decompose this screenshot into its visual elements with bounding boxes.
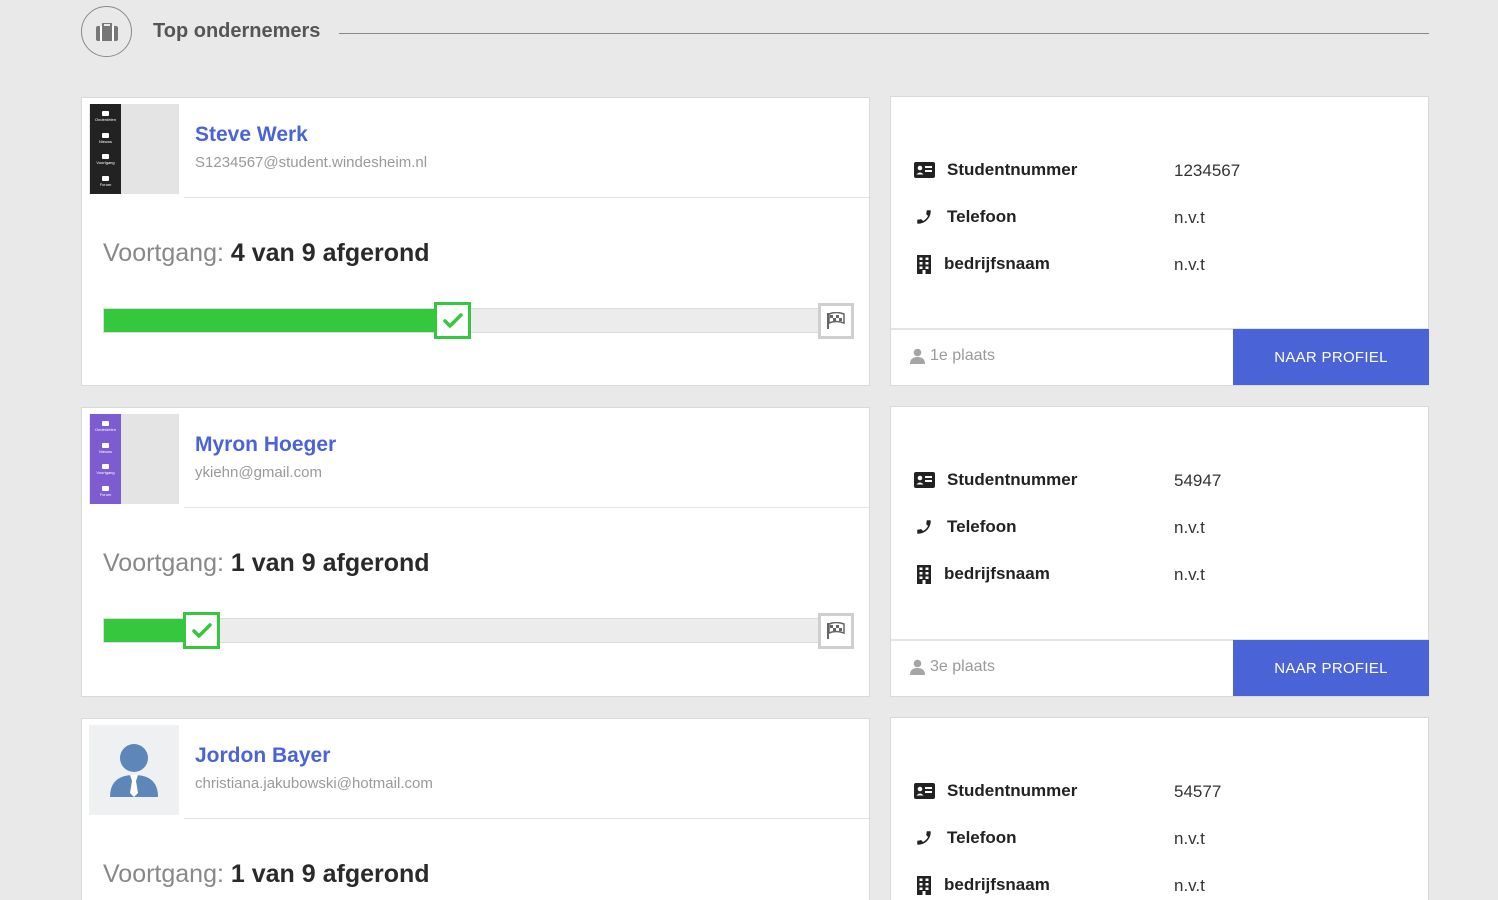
phone-icon <box>912 515 936 539</box>
progress-value: 1 van 9 afgerond <box>230 549 430 577</box>
info-value-telefoon: n.v.t <box>1174 208 1205 227</box>
building-icon <box>912 873 936 897</box>
info-row-telefoon: Telefoon <box>912 205 1017 229</box>
progress-check-marker <box>434 302 471 339</box>
student-email: christiana.jakubowski@hotmail.com <box>195 775 433 792</box>
progress-fill <box>104 309 438 332</box>
info-value-bedrijfsnaam: n.v.t <box>1174 255 1205 274</box>
section-icon-circle <box>81 6 132 57</box>
info-row-bedrijfsnaam: bedrijfsnaam <box>912 252 1050 276</box>
info-label: bedrijfsnaam <box>944 875 1050 894</box>
card-divider <box>184 507 869 508</box>
student-info-card: Studentnummer 54577 Telefoon n.v.t bedri… <box>890 717 1429 900</box>
person-avatar-icon <box>110 744 158 797</box>
info-value-telefoon: n.v.t <box>1174 518 1205 537</box>
finish-flag-marker <box>818 303 854 339</box>
avatar[interactable] <box>89 725 179 815</box>
info-label: Studentnummer <box>947 781 1078 800</box>
progress-text: Voortgang: 4 van 9 afgerond <box>103 239 430 268</box>
info-value-bedrijfsnaam: n.v.t <box>1174 876 1205 895</box>
building-icon <box>912 562 936 586</box>
info-row-bedrijfsnaam: bedrijfsnaam <box>912 562 1050 586</box>
user-icon <box>910 348 925 364</box>
info-label: Telefoon <box>947 828 1017 847</box>
ranking-text: 3e plaats <box>930 658 995 675</box>
student-info-card: Studentnummer 54947 Telefoon n.v.t bedri… <box>890 406 1429 697</box>
progress-text: Voortgang: 1 van 9 afgerond <box>103 549 430 578</box>
check-icon <box>442 312 463 328</box>
progress-prefix: Voortgang: <box>103 860 224 888</box>
info-value-telefoon: n.v.t <box>1174 829 1205 848</box>
menu-thumbnail: Onderdelen Nieuws Voortgang Forum <box>90 104 121 194</box>
student-name[interactable]: Jordon Bayer <box>195 744 330 768</box>
card-footer: 3e plaats NAAR PROFIEL <box>891 639 1429 696</box>
avatar[interactable]: Onderdelen Nieuws Voortgang Forum <box>89 414 179 504</box>
briefcase-icon <box>95 22 118 41</box>
student-name[interactable]: Steve Werk <box>195 123 308 147</box>
check-icon <box>191 622 212 638</box>
student-email: ykiehn@gmail.com <box>195 464 322 481</box>
section-title: Top ondernemers <box>153 20 321 42</box>
info-row-studentnummer: Studentnummer <box>912 158 1077 182</box>
avatar[interactable]: Onderdelen Nieuws Voortgang Forum <box>89 104 179 194</box>
student-card: Onderdelen Nieuws Voortgang Forum Steve … <box>81 97 870 386</box>
ranking-text: 1e plaats <box>930 347 995 364</box>
phone-icon <box>912 205 936 229</box>
student-card: Jordon Bayer christiana.jakubowski@hotma… <box>81 718 870 900</box>
student-email: S1234567@student.windesheim.nl <box>195 154 428 171</box>
student-info-card: Studentnummer 1234567 Telefoon n.v.t bed… <box>890 96 1429 386</box>
naar-profiel-button[interactable]: NAAR PROFIEL <box>1233 329 1429 385</box>
info-value-studentnummer: 1234567 <box>1174 161 1241 180</box>
info-label: Studentnummer <box>947 160 1078 179</box>
info-row-bedrijfsnaam: bedrijfsnaam <box>912 873 1050 897</box>
progress-fill <box>104 619 187 642</box>
building-icon <box>912 252 936 276</box>
id-card-icon <box>912 468 936 492</box>
info-row-studentnummer: Studentnummer <box>912 779 1077 803</box>
card-footer: 1e plaats NAAR PROFIEL <box>891 328 1429 385</box>
phone-icon <box>912 826 936 850</box>
progress-value: 1 van 9 afgerond <box>230 860 430 888</box>
finish-flag-marker <box>818 613 854 649</box>
info-value-studentnummer: 54577 <box>1174 782 1222 801</box>
checkered-flag-icon <box>827 312 845 329</box>
info-label: bedrijfsnaam <box>944 564 1050 583</box>
menu-thumbnail: Onderdelen Nieuws Voortgang Forum <box>90 414 121 504</box>
progress-prefix: Voortgang: <box>103 549 224 577</box>
card-divider <box>184 197 869 198</box>
info-value-studentnummer: 54947 <box>1174 471 1222 490</box>
progress-check-marker <box>183 612 220 649</box>
info-row-studentnummer: Studentnummer <box>912 468 1077 492</box>
id-card-icon <box>912 779 936 803</box>
progress-bar <box>103 302 854 339</box>
progress-bar <box>103 612 854 649</box>
info-row-telefoon: Telefoon <box>912 515 1017 539</box>
section-divider <box>339 33 1429 34</box>
student-card: Onderdelen Nieuws Voortgang Forum Myron … <box>81 407 870 697</box>
progress-prefix: Voortgang: <box>103 239 224 267</box>
student-name[interactable]: Myron Hoeger <box>195 433 336 457</box>
progress-text: Voortgang: 1 van 9 afgerond <box>103 860 430 889</box>
info-label: Telefoon <box>947 207 1017 226</box>
naar-profiel-button[interactable]: NAAR PROFIEL <box>1233 640 1429 696</box>
card-divider <box>184 818 869 819</box>
ranking: 3e plaats <box>910 658 995 676</box>
info-label: Telefoon <box>947 517 1017 536</box>
checkered-flag-icon <box>827 622 845 639</box>
info-label: Studentnummer <box>947 470 1078 489</box>
ranking: 1e plaats <box>910 347 995 365</box>
progress-value: 4 van 9 afgerond <box>230 239 430 267</box>
info-value-bedrijfsnaam: n.v.t <box>1174 565 1205 584</box>
info-label: bedrijfsnaam <box>944 254 1050 273</box>
id-card-icon <box>912 158 936 182</box>
info-row-telefoon: Telefoon <box>912 826 1017 850</box>
section-header: Top ondernemers <box>81 6 1429 57</box>
user-icon <box>910 659 925 675</box>
